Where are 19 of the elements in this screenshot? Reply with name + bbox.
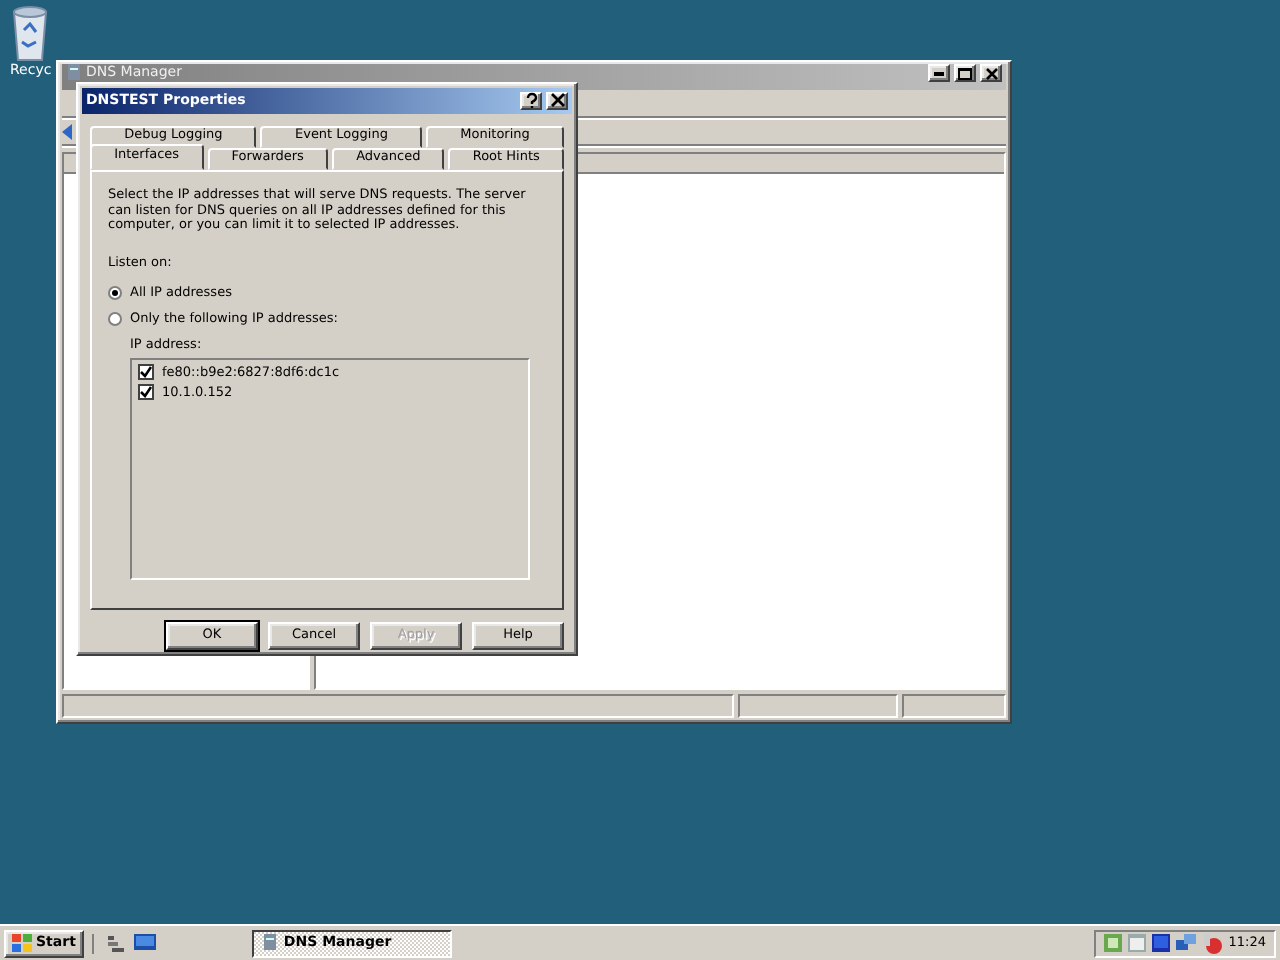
radio-button[interactable] xyxy=(108,286,122,301)
close-icon xyxy=(985,67,997,79)
windows-logo-icon xyxy=(12,934,32,952)
maximize-icon xyxy=(958,67,972,79)
monitor-icon[interactable] xyxy=(133,934,156,952)
back-arrow-icon[interactable] xyxy=(62,123,78,139)
recycle-bin-icon[interactable] xyxy=(10,6,50,62)
close-icon xyxy=(547,92,567,109)
checkbox[interactable] xyxy=(138,364,154,381)
help-button[interactable] xyxy=(520,91,542,110)
help-icon xyxy=(521,92,541,109)
checkbox[interactable] xyxy=(138,384,154,401)
minimize-icon xyxy=(934,71,944,75)
radio-button[interactable] xyxy=(108,312,122,327)
server-icon xyxy=(261,934,278,952)
status-bar-pane xyxy=(902,694,1006,718)
server-icon xyxy=(66,64,82,82)
monitor-icon[interactable] xyxy=(1152,934,1171,952)
close-button[interactable] xyxy=(546,91,568,110)
